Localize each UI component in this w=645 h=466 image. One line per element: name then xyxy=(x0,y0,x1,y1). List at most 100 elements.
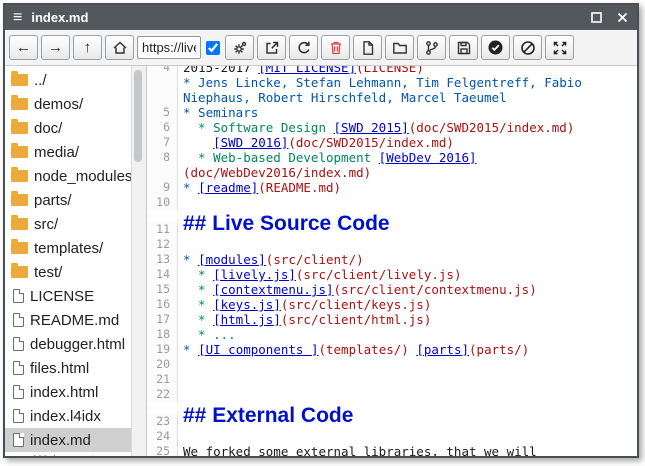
editor-line[interactable]: 25We forked some external libraries, tha… xyxy=(147,444,637,456)
fullscreen-button[interactable] xyxy=(545,35,574,60)
version-control-button[interactable] xyxy=(417,35,446,60)
scrollbar-thumb[interactable] xyxy=(134,70,142,162)
accept-button[interactable] xyxy=(481,35,510,60)
editor-line[interactable]: 7 [SWD 2016](doc/SWD2015/index.md) xyxy=(147,135,637,150)
back-button[interactable]: ← xyxy=(9,35,38,60)
line-content[interactable]: * [html.js](src/client/html.js) xyxy=(178,312,431,327)
line-content[interactable]: * Web-based Development [WebDev 2016] xyxy=(178,150,477,165)
editor-line[interactable]: 6 * Software Design [SWD 2015](doc/SWD20… xyxy=(147,120,637,135)
markdown-editor[interactable]: 42015-2017 [MIT LICENSE](LICENSE)* Jens … xyxy=(147,66,637,456)
line-content[interactable]: * Jens Lincke, Stefan Lehmann, Tim Felge… xyxy=(178,75,582,90)
line-content[interactable]: ## External Code xyxy=(178,402,353,429)
markdown-link[interactable]: [readme] xyxy=(198,180,258,195)
menu-icon[interactable]: ≡ xyxy=(13,10,22,26)
line-content[interactable]: * [UI components ](templates/) [parts](p… xyxy=(178,342,529,357)
editor-line[interactable]: 10 xyxy=(147,195,637,210)
markdown-link[interactable]: [SWD 2015] xyxy=(334,120,409,135)
file-list-item[interactable]: files.html xyxy=(5,356,131,380)
file-list-item[interactable]: parts/ xyxy=(5,188,131,212)
file-list-item[interactable]: README.md xyxy=(5,308,131,332)
file-list-item[interactable]: LICENSE xyxy=(5,284,131,308)
delete-button[interactable] xyxy=(321,35,350,60)
editor-line[interactable]: Niephaus, Robert Hirschfeld, Marcel Taeu… xyxy=(147,90,637,105)
line-content[interactable]: * Software Design [SWD 2015](doc/SWD2015… xyxy=(178,120,574,135)
close-button[interactable] xyxy=(616,11,629,24)
markdown-link[interactable]: [MIT LICENSE] xyxy=(258,66,356,75)
line-content[interactable]: * [keys.js](src/client/keys.js) xyxy=(178,297,431,312)
line-content[interactable]: (doc/WebDev2016/index.md) xyxy=(178,165,371,180)
file-list-item[interactable]: node_modules/ xyxy=(5,164,131,188)
file-list-item[interactable]: demos/ xyxy=(5,92,131,116)
file-list-item[interactable]: index.html xyxy=(5,380,131,404)
line-content[interactable]: * [readme](README.md) xyxy=(178,180,341,195)
up-button[interactable]: ↑ xyxy=(73,35,102,60)
save-button[interactable] xyxy=(449,35,478,60)
line-content[interactable] xyxy=(178,372,183,387)
file-list-item[interactable]: debugger.html xyxy=(5,332,131,356)
open-external-button[interactable] xyxy=(257,35,286,60)
editor-line[interactable]: * Jens Lincke, Stefan Lehmann, Tim Felge… xyxy=(147,75,637,90)
line-content[interactable]: 2015-2017 [MIT LICENSE](LICENSE) xyxy=(178,66,424,75)
editor-line[interactable]: 22 xyxy=(147,387,637,402)
editor-line[interactable]: 18 * ... xyxy=(147,327,637,342)
line-content[interactable] xyxy=(178,195,183,210)
url-input[interactable] xyxy=(137,36,201,59)
editor-line[interactable]: 5* Seminars xyxy=(147,105,637,120)
line-content[interactable]: * [contextmenu.js](src/client/contextmen… xyxy=(178,282,537,297)
line-content[interactable] xyxy=(178,429,183,444)
line-content[interactable]: We forked some external libraries, that … xyxy=(178,444,537,456)
file-list-item[interactable]: media/ xyxy=(5,140,131,164)
line-content[interactable]: * ... xyxy=(178,327,236,342)
file-list-item[interactable]: test/ xyxy=(5,260,131,284)
new-folder-button[interactable] xyxy=(385,35,414,60)
settings-button[interactable] xyxy=(225,35,254,60)
markdown-link[interactable]: [UI components ] xyxy=(198,342,318,357)
editor-line[interactable]: 9* [readme](README.md) xyxy=(147,180,637,195)
editor-line[interactable]: 12 xyxy=(147,237,637,252)
line-content[interactable] xyxy=(178,387,183,402)
file-list-item[interactable]: doc/ xyxy=(5,116,131,140)
editor-line[interactable]: 11## Live Source Code xyxy=(147,210,637,237)
forward-button[interactable]: → xyxy=(41,35,70,60)
file-list-item[interactable]: templates/ xyxy=(5,236,131,260)
file-list-item[interactable]: index.md xyxy=(5,428,131,452)
editor-line[interactable]: 24 xyxy=(147,429,637,444)
editor-line[interactable]: 14 * [lively.js](src/client/lively.js) xyxy=(147,267,637,282)
line-content[interactable]: ## Live Source Code xyxy=(178,210,390,237)
markdown-link[interactable]: [contextmenu.js] xyxy=(213,282,333,297)
editor-line[interactable]: (doc/WebDev2016/index.md) xyxy=(147,165,637,180)
editor-line[interactable]: 20 xyxy=(147,357,637,372)
line-content[interactable]: * [lively.js](src/client/lively.js) xyxy=(178,267,461,282)
line-content[interactable]: * [modules](src/client/) xyxy=(178,252,364,267)
auto-update-checkbox[interactable] xyxy=(206,41,220,55)
markdown-link[interactable]: [lively.js] xyxy=(213,267,296,282)
markdown-link[interactable]: [parts] xyxy=(416,342,469,357)
markdown-link[interactable]: [keys.js] xyxy=(213,297,281,312)
cancel-button[interactable] xyxy=(513,35,542,60)
new-file-button[interactable] xyxy=(353,35,382,60)
line-content[interactable] xyxy=(178,237,183,252)
line-content[interactable]: * Seminars xyxy=(178,105,258,120)
sidebar-scrollbar[interactable] xyxy=(131,66,147,456)
file-list-item[interactable]: index.l4idx xyxy=(5,404,131,428)
file-list-item[interactable]: ../ xyxy=(5,68,131,92)
editor-line[interactable]: 15 * [contextmenu.js](src/client/context… xyxy=(147,282,637,297)
editor-line[interactable]: 17 * [html.js](src/client/html.js) xyxy=(147,312,637,327)
editor-line[interactable]: 23## External Code xyxy=(147,402,637,429)
markdown-link[interactable]: [modules] xyxy=(198,252,266,267)
markdown-link[interactable]: [WebDev 2016] xyxy=(379,150,477,165)
maximize-button[interactable] xyxy=(590,11,603,24)
markdown-link[interactable]: [html.js] xyxy=(213,312,281,327)
editor-line[interactable]: 13* [modules](src/client/) xyxy=(147,252,637,267)
line-content[interactable]: Niephaus, Robert Hirschfeld, Marcel Taeu… xyxy=(178,90,507,105)
refresh-button[interactable] xyxy=(289,35,318,60)
editor-line[interactable]: 8 * Web-based Development [WebDev 2016] xyxy=(147,150,637,165)
editor-line[interactable]: 19* [UI components ](templates/) [parts]… xyxy=(147,342,637,357)
line-content[interactable] xyxy=(178,357,183,372)
home-button[interactable] xyxy=(105,35,134,60)
editor-line[interactable]: 21 xyxy=(147,372,637,387)
markdown-link[interactable]: [SWD 2016] xyxy=(213,135,288,150)
line-content[interactable]: [SWD 2016](doc/SWD2015/index.md) xyxy=(178,135,454,150)
editor-line[interactable]: 42015-2017 [MIT LICENSE](LICENSE) xyxy=(147,66,637,75)
file-list-item[interactable]: src/ xyxy=(5,212,131,236)
